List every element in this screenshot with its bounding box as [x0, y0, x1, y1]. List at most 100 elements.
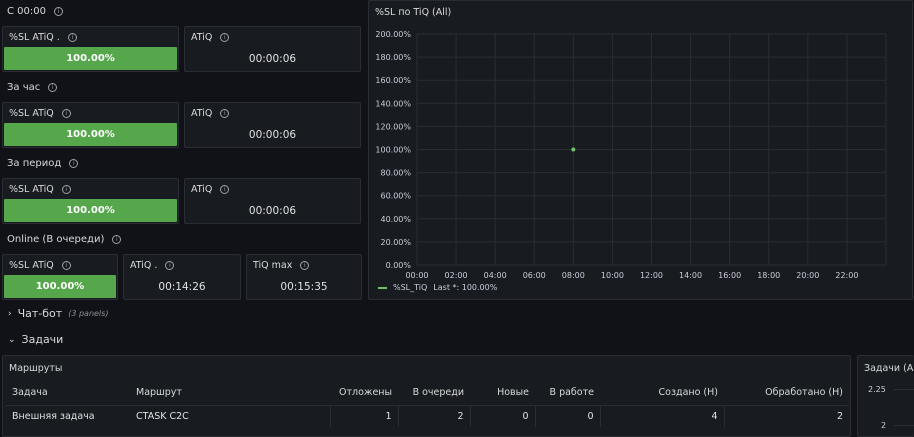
- x-tick-label: 08:00: [562, 271, 585, 280]
- info-icon[interactable]: i: [61, 109, 71, 118]
- x-tick-label: 12:00: [640, 271, 663, 280]
- gauge-bar: 100.00%: [4, 47, 177, 70]
- table-cell: CTASK C2C: [130, 404, 330, 427]
- grid-line: [894, 425, 914, 426]
- column-header[interactable]: Новые: [470, 381, 535, 405]
- x-tick-label: 06:00: [523, 271, 546, 280]
- panel-tiq-max-online: TiQ max i 00:15:35: [246, 254, 362, 300]
- info-icon[interactable]: i: [67, 33, 77, 42]
- x-tick-label: 18:00: [757, 271, 780, 280]
- gauge-bar: 100.00%: [4, 275, 116, 298]
- row-title-label: С 00:00: [7, 6, 46, 17]
- info-icon[interactable]: i: [220, 33, 230, 42]
- legend-stat: Last *: 100.00%: [433, 283, 498, 292]
- gauge-bar: 100.00%: [4, 123, 177, 146]
- info-icon[interactable]: i: [61, 261, 71, 270]
- data-point: [571, 147, 576, 152]
- x-tick-label: 04:00: [484, 271, 507, 280]
- column-header[interactable]: Создано (Н): [600, 381, 724, 405]
- y-tick-label: 2.25: [868, 385, 886, 394]
- x-tick-label: 20:00: [796, 271, 819, 280]
- table-cell: 0: [469, 404, 535, 427]
- table-cell: 4: [599, 404, 724, 427]
- grid-line: [894, 389, 914, 390]
- section-label: Чат-бот: [17, 307, 63, 320]
- chart-legend[interactable]: %SL_TiQ Last *: 100.00%: [378, 283, 497, 292]
- column-header[interactable]: Маршрут: [130, 381, 330, 405]
- table-cell: 0: [534, 404, 600, 427]
- panel-title: ATiQ: [191, 184, 213, 195]
- x-tick-label: 00:00: [405, 271, 428, 280]
- y-tick-label: 80.00%: [380, 169, 411, 178]
- panel-sl-atiq-period: %SL ATiQ i 100.00%: [2, 178, 179, 224]
- panel-atiq-since-midnight: ATiQ i 00:00:06: [184, 26, 361, 72]
- table-cell: 2: [397, 404, 470, 427]
- column-header[interactable]: В работе: [535, 381, 600, 405]
- panel-title: %SL ATiQ: [9, 184, 54, 195]
- row-title-label: Online (В очереди): [7, 234, 105, 245]
- panel-sl-atiq-since-midnight: %SL ATiQ . i 100.00%: [2, 26, 179, 72]
- panel-title: TiQ max: [253, 260, 293, 271]
- row-title-label: За период: [7, 158, 62, 169]
- table-row[interactable]: Внешняя задача CTASK C2C 1 2 0 0 4 2: [6, 404, 849, 427]
- info-icon[interactable]: i: [61, 185, 71, 194]
- column-header[interactable]: Отложены: [330, 381, 398, 405]
- stat-value: 00:00:06: [248, 53, 297, 65]
- x-tick-label: 14:00: [679, 271, 702, 280]
- section-tasks[interactable]: ⌄ Задачи: [8, 333, 63, 346]
- info-icon[interactable]: i: [112, 235, 122, 244]
- y-tick-label: 0.00%: [386, 261, 412, 270]
- section-note: (3 panels): [68, 309, 109, 318]
- x-tick-label: 10:00: [601, 271, 624, 280]
- y-tick-label: 40.00%: [380, 215, 411, 224]
- panel-tasks-all: Задачи (All 2.25 2: [857, 355, 914, 437]
- stat-value: 00:14:26: [158, 281, 206, 293]
- row-title-online-queue: Online (В очереди) i: [7, 234, 122, 245]
- x-tick-label: 02:00: [445, 271, 468, 280]
- panel-title: ATiQ: [191, 32, 213, 43]
- panel-atiq-last-hour: ATiQ i 00:00:06: [184, 102, 361, 148]
- table-header-row: Задача Маршрут Отложены В очереди Новые …: [6, 381, 849, 405]
- y-tick-label: 120.00%: [375, 122, 411, 131]
- y-tick-label: 200.00%: [375, 30, 411, 39]
- y-tick-label: 20.00%: [380, 238, 411, 247]
- panel-title: ATiQ .: [130, 260, 158, 271]
- x-tick-label: 16:00: [718, 271, 741, 280]
- column-header[interactable]: Обработано (Н): [724, 381, 849, 405]
- table-cell: 1: [329, 404, 398, 427]
- info-icon[interactable]: i: [300, 261, 310, 270]
- panel-sl-atiq-online: %SL ATiQ i 100.00%: [2, 254, 118, 300]
- chevron-right-icon: ›: [8, 308, 12, 319]
- panel-routes: Маршруты Задача Маршрут Отложены В очере…: [2, 355, 851, 437]
- legend-series-name: %SL_TiQ: [393, 283, 428, 292]
- stat-value: 00:15:35: [280, 281, 328, 293]
- row-title-period: За период i: [7, 158, 79, 169]
- info-icon[interactable]: i: [53, 7, 63, 16]
- row-title-label: За час: [7, 82, 41, 93]
- info-icon[interactable]: i: [48, 83, 58, 92]
- y-tick-label: 180.00%: [375, 53, 411, 62]
- chart-canvas: 0.00% 20.00% 40.00% 60.00% 80.00% 100.00% 120.…: [375, 30, 887, 280]
- column-header[interactable]: В очереди: [398, 381, 470, 405]
- y-tick-label: 60.00%: [380, 192, 411, 201]
- y-tick-label: 100.00%: [375, 146, 411, 155]
- info-icon[interactable]: i: [165, 261, 175, 270]
- panel-title: %SL ATiQ: [9, 108, 54, 119]
- stat-value: 00:00:06: [248, 205, 297, 217]
- routes-table: Задача Маршрут Отложены В очереди Новые …: [6, 381, 849, 427]
- row-title-since-midnight: С 00:00 i: [7, 6, 63, 17]
- y-tick-label: 140.00%: [375, 99, 411, 108]
- y-tick-label: 160.00%: [375, 76, 411, 85]
- panel-title: ATiQ: [191, 108, 213, 119]
- panel-atiq-online: ATiQ . i 00:14:26: [123, 254, 241, 300]
- section-chatbot[interactable]: › Чат-бот (3 panels): [8, 307, 108, 320]
- info-icon[interactable]: i: [220, 109, 230, 118]
- row-title-last-hour: За час i: [7, 82, 58, 93]
- panel-title: Маршруты: [9, 363, 63, 374]
- info-icon[interactable]: i: [69, 159, 79, 168]
- info-icon[interactable]: i: [220, 185, 230, 194]
- panel-title: %SL ATiQ .: [9, 32, 60, 43]
- column-header[interactable]: Задача: [6, 381, 130, 405]
- panel-sl-tiq-chart: %SL по TiQ (All) 0.00% 20.00% 40.00% 60.00%…: [368, 0, 913, 300]
- panel-sl-atiq-last-hour: %SL ATiQ i 100.00%: [2, 102, 179, 148]
